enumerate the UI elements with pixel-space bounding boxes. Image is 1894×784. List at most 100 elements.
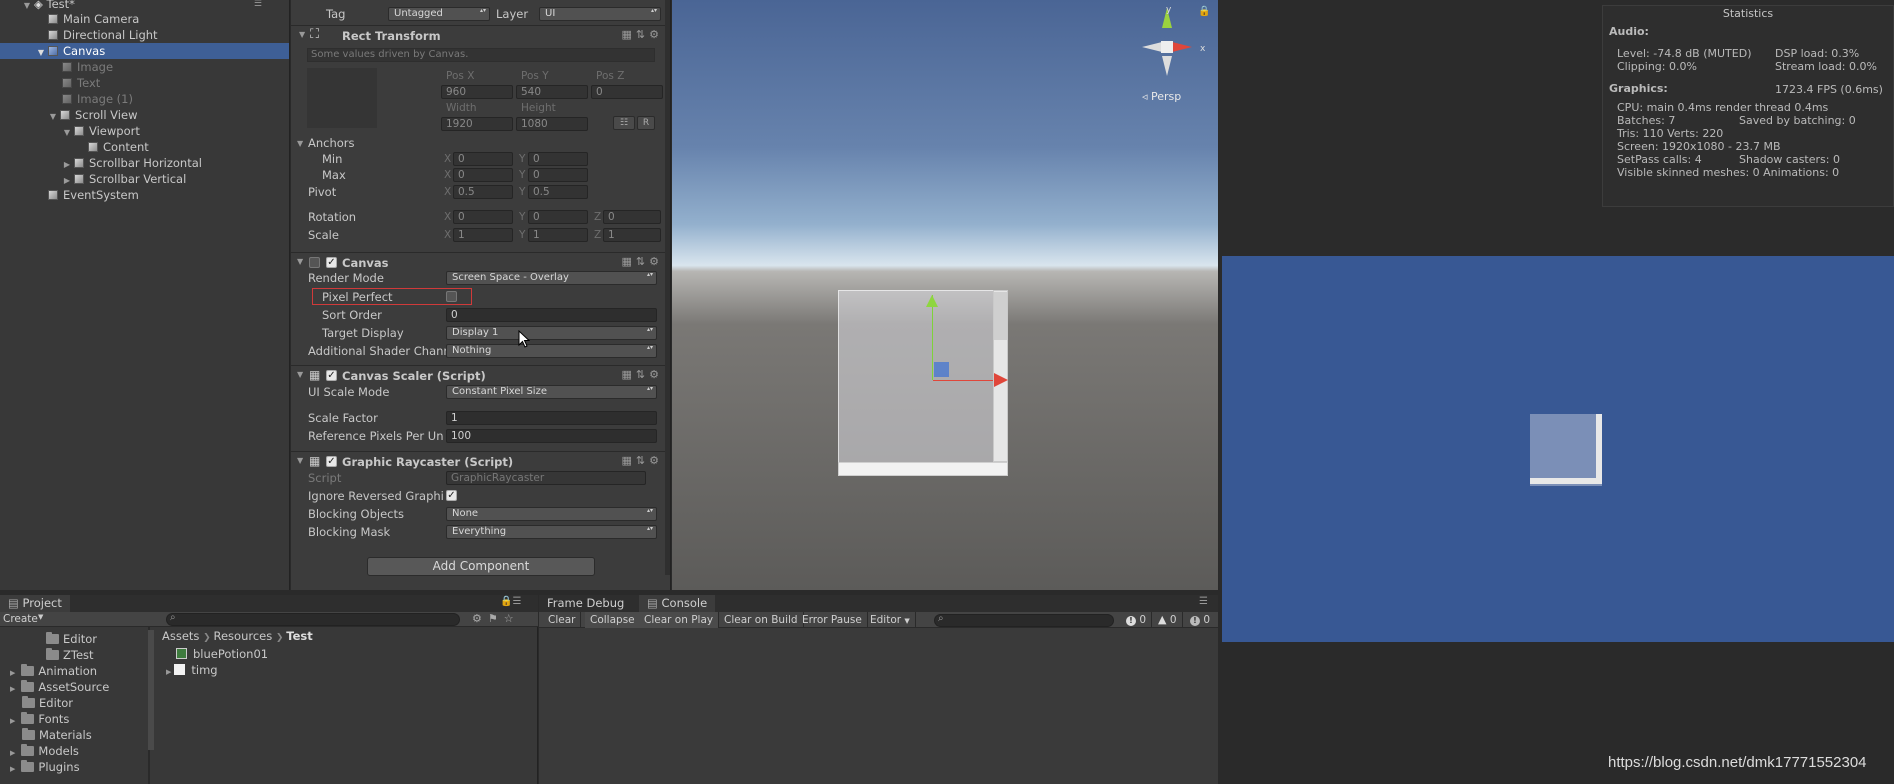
clear-on-build-button[interactable]: Clear on Build xyxy=(719,612,804,628)
expand-arrow-icon[interactable]: ▶ xyxy=(166,668,171,676)
hierarchy-item-text[interactable]: Text xyxy=(0,75,289,91)
pivot-x-field[interactable]: 0.5 xyxy=(453,185,513,199)
info-count-toggle[interactable]: ! 0 xyxy=(1121,612,1153,628)
scrollbar-horizontal-rect[interactable] xyxy=(838,462,1008,476)
target-display-dropdown[interactable]: Display 1 xyxy=(446,326,657,340)
editor-dropdown[interactable]: Editor ▼ xyxy=(865,612,916,628)
folder-item[interactable]: Materials xyxy=(22,727,92,743)
pos-y-field[interactable]: 540 xyxy=(516,85,588,99)
hierarchy-item-scroll-view[interactable]: ▼ Scroll View xyxy=(0,107,289,123)
scene-view[interactable]: y x 🔒 ◃ Persp xyxy=(672,0,1218,590)
move-gizmo-plane[interactable] xyxy=(934,362,949,377)
component-menu-icons[interactable]: ▦⇅⚙ xyxy=(622,454,663,467)
hierarchy-item-content[interactable]: Content xyxy=(0,139,289,155)
create-button[interactable]: Create xyxy=(3,613,38,625)
folder-item[interactable]: Editor xyxy=(22,695,73,711)
lock-icon[interactable]: 🔒 xyxy=(1198,6,1210,17)
rotation-x-field[interactable]: 0 xyxy=(453,210,513,224)
scale-y-field[interactable]: 1 xyxy=(528,228,588,242)
expand-arrow-icon[interactable]: ▶ xyxy=(10,669,15,677)
add-component-button[interactable]: Add Component xyxy=(367,557,595,576)
height-field[interactable]: 1080 xyxy=(516,117,588,131)
layer-dropdown[interactable]: UI xyxy=(539,7,661,21)
width-field[interactable]: 1920 xyxy=(441,117,513,131)
warning-count-toggle[interactable]: ▲ 0 xyxy=(1153,612,1183,628)
shader-channels-dropdown[interactable]: Nothing xyxy=(446,344,657,358)
anchor-max-y-field[interactable]: 0 xyxy=(528,168,588,182)
scale-x-field[interactable]: 1 xyxy=(453,228,513,242)
component-menu-icons[interactable]: ▦⇅⚙ xyxy=(622,368,663,381)
tag-dropdown[interactable]: Untagged xyxy=(388,7,490,21)
graphic-raycaster-header[interactable]: ▼ ▦ ✓ Graphic Raycaster (Script) ▦⇅⚙ xyxy=(291,451,670,469)
game-view[interactable] xyxy=(1222,256,1894,642)
rotation-y-field[interactable]: 0 xyxy=(528,210,588,224)
render-mode-dropdown[interactable]: Screen Space - Overlay xyxy=(446,271,657,285)
console-search-input[interactable] xyxy=(934,614,1114,627)
folder-item[interactable]: ▶ Animation xyxy=(10,663,97,679)
anchor-preset-box[interactable] xyxy=(307,68,377,128)
folder-item[interactable]: ▶ Fonts xyxy=(10,711,69,727)
anchor-min-y-field[interactable]: 0 xyxy=(528,152,588,166)
error-count-toggle[interactable]: ! 0 xyxy=(1185,612,1215,628)
expand-arrow-icon[interactable]: ▶ xyxy=(10,717,15,725)
y-arrow-icon[interactable] xyxy=(925,295,939,309)
filter-icons[interactable]: ⚙⚑☆ xyxy=(472,612,520,625)
canvas-rect[interactable] xyxy=(838,290,1008,475)
canvas-header[interactable]: ▼ ✓ Canvas ▦⇅⚙ xyxy=(291,252,670,270)
menu-icon[interactable]: ☰ xyxy=(1199,596,1208,607)
canvas-scaler-header[interactable]: ▼ ▦ ✓ Canvas Scaler (Script) ▦⇅⚙ xyxy=(291,365,670,383)
move-gizmo-x-axis[interactable] xyxy=(933,380,993,381)
hierarchy-item-image-1[interactable]: Image (1) xyxy=(0,91,289,107)
canvas-enabled-checkbox[interactable]: ✓ xyxy=(326,257,337,268)
hierarchy-item-image[interactable]: Image xyxy=(0,59,289,75)
pivot-y-field[interactable]: 0.5 xyxy=(528,185,588,199)
breadcrumb-item[interactable]: Resources xyxy=(214,629,273,643)
hierarchy-item-scrollbar-vertical[interactable]: ▶ Scrollbar Vertical xyxy=(0,171,289,187)
sort-order-field[interactable]: 0 xyxy=(446,308,657,322)
foldout-arrow-icon[interactable]: ▼ xyxy=(297,257,303,266)
clear-on-play-button[interactable]: Clear on Play xyxy=(639,612,720,628)
pixel-perfect-checkbox[interactable] xyxy=(446,291,457,302)
ui-scale-mode-dropdown[interactable]: Constant Pixel Size xyxy=(446,385,657,399)
anchor-max-x-field[interactable]: 0 xyxy=(453,168,513,182)
ignore-reversed-checkbox[interactable]: ✓ xyxy=(446,490,457,501)
tab-project[interactable]: ▤ Project xyxy=(0,595,70,612)
tab-console[interactable]: ▤ Console xyxy=(639,595,716,612)
pos-x-field[interactable]: 960 xyxy=(441,85,513,99)
expand-arrow-icon[interactable]: ▶ xyxy=(10,765,15,773)
create-dropdown-icon[interactable]: ▼ xyxy=(38,613,43,621)
inspector-scrollbar[interactable] xyxy=(665,0,670,575)
scale-z-field[interactable]: 1 xyxy=(603,228,661,242)
hierarchy-item-eventsystem[interactable]: EventSystem xyxy=(0,187,289,203)
folder-item[interactable]: ZTest xyxy=(46,647,94,663)
foldout-arrow-icon[interactable]: ▼ xyxy=(299,30,305,39)
collapse-button[interactable]: Collapse xyxy=(585,612,641,628)
component-menu-icons[interactable]: ▦⇅⚙ xyxy=(622,255,663,268)
rect-transform-header[interactable]: ▼ ⛶ Rect Transform ▦⇅⚙ xyxy=(291,25,670,43)
breadcrumb-item[interactable]: Test xyxy=(286,629,312,643)
folder-tree-scrollbar[interactable] xyxy=(148,630,154,750)
hierarchy-item-main-camera[interactable]: Main Camera xyxy=(0,11,289,27)
lock-icon[interactable]: 🔒☰ xyxy=(500,596,521,607)
scrollbar-handle[interactable] xyxy=(994,292,1007,340)
blocking-mask-dropdown[interactable]: Everything xyxy=(446,525,657,539)
folder-item[interactable]: ▶ Models xyxy=(10,743,79,759)
asset-item[interactable]: bluePotion01 xyxy=(176,646,268,662)
asset-item[interactable]: ▶ timg xyxy=(166,662,218,678)
blocking-objects-dropdown[interactable]: None xyxy=(446,507,657,521)
persp-label[interactable]: ◃ Persp xyxy=(1142,90,1181,103)
foldout-arrow-icon[interactable]: ▼ xyxy=(297,370,303,379)
tab-frame-debug[interactable]: Frame Debug xyxy=(539,595,632,612)
breadcrumb-item[interactable]: Assets xyxy=(162,629,199,643)
raw-edit-button[interactable]: R xyxy=(637,116,655,130)
hierarchy-item-canvas[interactable]: ▼ Canvas xyxy=(0,43,289,59)
expand-arrow-icon[interactable]: ▶ xyxy=(10,749,15,757)
foldout-arrow-icon[interactable]: ▼ xyxy=(297,139,303,148)
pos-z-field[interactable]: 0 xyxy=(591,85,663,99)
folder-item[interactable]: Editor xyxy=(46,631,97,647)
expand-arrow-icon[interactable]: ▶ xyxy=(10,685,15,693)
hierarchy-item-viewport[interactable]: ▼ Viewport xyxy=(0,123,289,139)
scale-factor-field[interactable]: 1 xyxy=(446,411,657,425)
clear-button[interactable]: Clear xyxy=(543,612,582,628)
anchor-min-x-field[interactable]: 0 xyxy=(453,152,513,166)
